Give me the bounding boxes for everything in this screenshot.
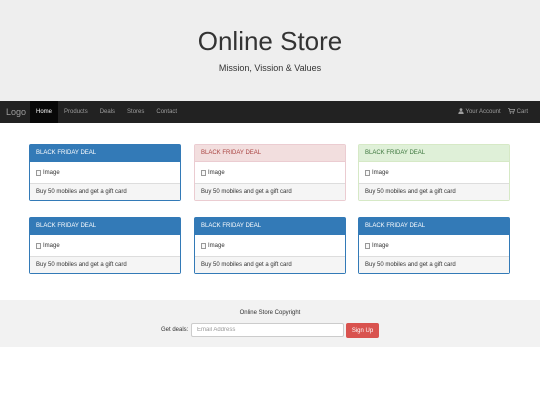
broken-image-icon: [365, 242, 370, 249]
panel-body: Image: [30, 162, 180, 183]
navbar-brand-logo[interactable]: Logo: [6, 101, 26, 123]
navbar: Logo Home Products Deals Stores Contact …: [0, 101, 540, 123]
deal-panel: BLACK FRIDAY DEAL Image Buy 50 mobiles a…: [358, 217, 510, 274]
panel-body: Image: [359, 162, 509, 183]
nav-item-contact[interactable]: Contact: [150, 101, 183, 123]
panel-heading: BLACK FRIDAY DEAL: [30, 218, 180, 235]
panel-footer: Buy 50 mobiles and get a gift card: [30, 183, 180, 200]
cart-label: Cart: [516, 109, 528, 115]
deal-panel: BLACK FRIDAY DEAL Image Buy 50 mobiles a…: [29, 217, 181, 274]
email-field[interactable]: [191, 323, 344, 337]
navbar-main-menu: Home Products Deals Stores Contact: [30, 101, 183, 123]
image-alt-text: Image: [43, 242, 60, 249]
page-footer: Online Store Copyright Get deals: Sign U…: [0, 300, 540, 347]
nav-item-products[interactable]: Products: [58, 101, 94, 123]
panel-footer: Buy 50 mobiles and get a gift card: [359, 183, 509, 200]
sign-up-button[interactable]: Sign Up: [346, 323, 379, 338]
page-subtitle: Mission, Vission & Values: [218, 63, 322, 73]
panel-heading: BLACK FRIDAY DEAL: [195, 218, 345, 235]
deal-panel: BLACK FRIDAY DEAL Image Buy 50 mobiles a…: [194, 217, 346, 274]
broken-image-icon: [36, 169, 41, 176]
panel-footer: Buy 50 mobiles and get a gift card: [195, 256, 345, 273]
jumbotron-header: Online Store Mission, Vission & Values: [0, 0, 540, 101]
footer-copyright: Online Store Copyright: [239, 310, 301, 316]
panel-body: Image: [359, 235, 509, 256]
broken-image-icon: [365, 169, 370, 176]
broken-image-icon: [36, 242, 41, 249]
image-alt-text: Image: [43, 169, 60, 176]
image-alt-text: Image: [208, 242, 225, 249]
image-alt-text: Image: [208, 169, 225, 176]
panel-heading: BLACK FRIDAY DEAL: [359, 145, 509, 162]
image-alt-text: Image: [372, 169, 389, 176]
nav-item-cart[interactable]: Cart: [507, 101, 528, 123]
nav-item-home[interactable]: Home: [30, 101, 59, 123]
panel-footer: Buy 50 mobiles and get a gift card: [359, 256, 509, 273]
nav-item-your-account[interactable]: Your Account: [457, 101, 501, 123]
user-icon: [457, 108, 464, 116]
image-alt-text: Image: [372, 242, 389, 249]
navbar-right-menu: Your Account Cart: [457, 101, 528, 123]
broken-image-icon: [201, 169, 206, 176]
deals-signup-form: Get deals: Sign Up: [0, 323, 540, 338]
broken-image-icon: [201, 242, 206, 249]
deal-panel: BLACK FRIDAY DEAL Image Buy 50 mobiles a…: [358, 144, 510, 201]
page-title: Online Store: [197, 26, 343, 56]
panel-heading: BLACK FRIDAY DEAL: [30, 145, 180, 162]
panel-footer: Buy 50 mobiles and get a gift card: [195, 183, 345, 200]
panel-body: Image: [30, 235, 180, 256]
panel-body: Image: [195, 235, 345, 256]
deal-panel: BLACK FRIDAY DEAL Image Buy 50 mobiles a…: [29, 144, 181, 201]
get-deals-label: Get deals:: [161, 327, 189, 333]
your-account-label: Your Account: [465, 109, 501, 115]
panel-heading: BLACK FRIDAY DEAL: [195, 145, 345, 162]
panel-body: Image: [195, 162, 345, 183]
nav-item-deals[interactable]: Deals: [94, 101, 121, 123]
panel-footer: Buy 50 mobiles and get a gift card: [30, 256, 180, 273]
cart-icon: [507, 108, 515, 116]
panel-heading: BLACK FRIDAY DEAL: [359, 218, 509, 235]
nav-item-stores[interactable]: Stores: [121, 101, 150, 123]
deal-panel: BLACK FRIDAY DEAL Image Buy 50 mobiles a…: [194, 144, 346, 201]
